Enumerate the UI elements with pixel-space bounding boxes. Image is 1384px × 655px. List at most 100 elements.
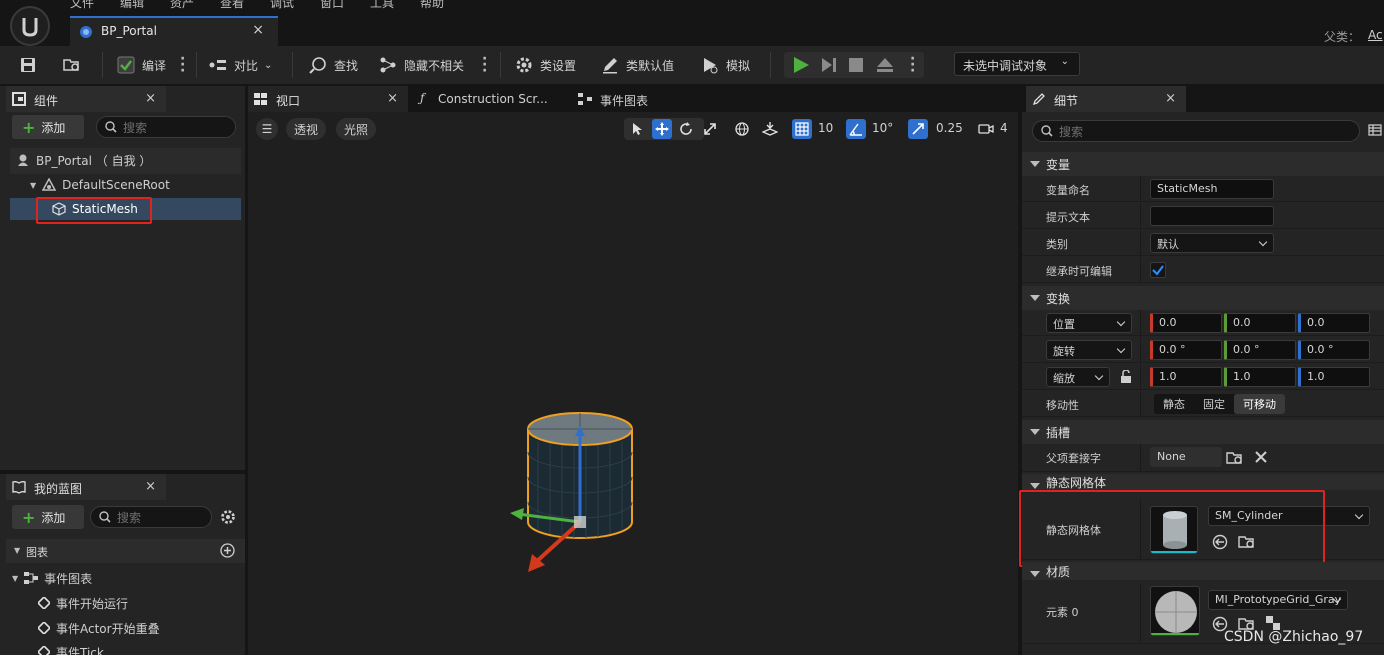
- rotate-tool-icon[interactable]: [676, 119, 696, 139]
- tab-my-blueprint[interactable]: 我的蓝图 ×: [6, 474, 166, 500]
- clear-x-icon[interactable]: [1254, 450, 1268, 464]
- simulate-button[interactable]: 模拟: [700, 52, 750, 78]
- lit-button[interactable]: 光照: [336, 118, 377, 140]
- tree-item-bp-portal[interactable]: BP_Portal （ 自我 ）: [16, 149, 151, 171]
- compile-button[interactable]: 编译: [116, 52, 166, 78]
- diff-button[interactable]: 对比 ⌄: [208, 52, 272, 78]
- browse-folder-icon[interactable]: [1226, 450, 1244, 466]
- view-options-icon[interactable]: [1368, 124, 1382, 136]
- scale-x-input[interactable]: 1.0: [1150, 367, 1222, 387]
- close-panel-icon[interactable]: ×: [1165, 91, 1176, 106]
- camera-speed-value[interactable]: 4: [1000, 121, 1008, 135]
- rotation-dropdown[interactable]: 旋转: [1046, 340, 1132, 360]
- material-thumbnail[interactable]: [1150, 586, 1200, 636]
- location-dropdown[interactable]: 位置: [1046, 313, 1132, 333]
- function-icon: ƒ: [420, 91, 425, 105]
- world-local-icon[interactable]: [732, 119, 752, 139]
- play-icon[interactable]: [792, 56, 810, 74]
- scale-z-input[interactable]: 1.0: [1298, 367, 1370, 387]
- mobility-stationary-option[interactable]: 固定: [1194, 394, 1234, 414]
- class-settings-button[interactable]: 类设置: [514, 52, 576, 78]
- save-button[interactable]: [18, 52, 38, 78]
- components-search-input[interactable]: 搜索: [96, 116, 236, 138]
- location-z-input[interactable]: 0.0: [1298, 313, 1370, 333]
- location-x-input[interactable]: 0.0: [1150, 313, 1222, 333]
- editable-checkbox[interactable]: [1150, 262, 1166, 278]
- surface-snap-icon[interactable]: [760, 119, 780, 139]
- add-graph-icon[interactable]: [220, 543, 235, 558]
- eject-icon[interactable]: [876, 56, 894, 74]
- tree-item-actor-begin-overlap[interactable]: 事件Actor开始重叠: [38, 617, 160, 639]
- tab-details[interactable]: 细节 ×: [1026, 86, 1186, 112]
- category-sockets[interactable]: 插槽: [1022, 420, 1384, 444]
- checker-icon[interactable]: [1266, 616, 1280, 630]
- material-dropdown[interactable]: MI_PrototypeGrid_Gray: [1208, 590, 1348, 610]
- find-button[interactable]: 查找: [308, 52, 358, 78]
- rotation-x-input[interactable]: 0.0 °: [1150, 340, 1222, 360]
- stop-icon[interactable]: [848, 57, 864, 73]
- material-value: MI_PrototypeGrid_Gray: [1215, 593, 1342, 606]
- parent-socket-value[interactable]: None: [1150, 447, 1222, 467]
- document-tab-bp-portal[interactable]: BP_Portal ×: [70, 16, 278, 46]
- components-panel: 组件 × + 添加 搜索 BP_Portal （ 自我 ） ▼ DefaultS…: [0, 86, 245, 470]
- scale-dropdown[interactable]: 缩放: [1046, 367, 1110, 387]
- tree-item-tick[interactable]: 事件Tick: [38, 641, 104, 655]
- rotation-snap-icon[interactable]: [846, 119, 866, 139]
- grid-snap-icon[interactable]: [792, 119, 812, 139]
- viewport-menu-icon[interactable]: ☰: [256, 118, 278, 140]
- lock-icon[interactable]: [1120, 370, 1132, 384]
- rotation-z-input[interactable]: 0.0 °: [1298, 340, 1370, 360]
- details-search-input[interactable]: 搜索: [1032, 120, 1360, 142]
- category-static-mesh[interactable]: 静态网格体: [1022, 474, 1384, 490]
- step-icon[interactable]: [820, 56, 838, 74]
- browse-button[interactable]: [62, 52, 82, 78]
- tooltip-input[interactable]: [1150, 206, 1274, 226]
- tree-item-begin-play[interactable]: 事件开始运行: [38, 592, 128, 614]
- perspective-button[interactable]: 透视: [286, 118, 327, 140]
- rotation-y-input[interactable]: 0.0 °: [1224, 340, 1296, 360]
- find-options-icon[interactable]: · · ·: [482, 52, 487, 78]
- close-panel-icon[interactable]: ×: [145, 479, 156, 494]
- category-materials[interactable]: 材质: [1022, 562, 1384, 580]
- unreal-logo-icon[interactable]: [10, 6, 50, 46]
- tab-event-graph[interactable]: 事件图表: [572, 86, 712, 112]
- close-tab-icon[interactable]: ×: [252, 22, 264, 38]
- parent-class-link[interactable]: Ac: [1368, 28, 1383, 42]
- select-arrow-icon[interactable]: [628, 119, 648, 139]
- grid-snap-value[interactable]: 10: [818, 121, 833, 135]
- compile-options-icon[interactable]: · · ·: [180, 52, 185, 78]
- graphs-section[interactable]: ▼ 图表: [6, 539, 245, 563]
- tree-item-default-scene-root[interactable]: ▼ DefaultSceneRoot: [30, 174, 170, 196]
- play-options-icon[interactable]: · · ·: [910, 52, 915, 78]
- close-tab-icon[interactable]: ×: [387, 91, 398, 106]
- mobility-movable-option[interactable]: 可移动: [1234, 394, 1285, 414]
- move-tool-icon[interactable]: [652, 119, 672, 139]
- class-defaults-button[interactable]: 类默认值: [600, 52, 674, 78]
- tab-viewport[interactable]: 视口 ×: [248, 86, 408, 112]
- variable-name-input[interactable]: StaticMesh: [1150, 179, 1274, 199]
- my-blueprint-search-input[interactable]: 搜索: [90, 506, 212, 528]
- close-panel-icon[interactable]: ×: [145, 91, 156, 106]
- tree-item-label: DefaultSceneRoot: [62, 178, 170, 192]
- tab-components[interactable]: 组件 ×: [6, 86, 166, 112]
- scale-y-input[interactable]: 1.0: [1224, 367, 1296, 387]
- location-y-input[interactable]: 0.0: [1224, 313, 1296, 333]
- add-member-button[interactable]: + 添加: [12, 505, 84, 529]
- hide-unrelated-button[interactable]: 隐藏不相关: [378, 52, 464, 78]
- rotation-snap-value[interactable]: 10°: [872, 121, 893, 135]
- scale-tool-icon[interactable]: [700, 119, 720, 139]
- viewport[interactable]: ☰ 透视 光照 10 10° 0.25 4: [248, 112, 1018, 655]
- mobility-static-option[interactable]: 静态: [1154, 394, 1194, 414]
- tree-item-event-graph[interactable]: ▼ 事件图表: [12, 567, 92, 589]
- category-variable[interactable]: 变量: [1022, 152, 1384, 176]
- camera-speed-icon[interactable]: [976, 119, 996, 139]
- settings-gear-icon[interactable]: [220, 509, 236, 525]
- tab-construction-script[interactable]: ƒ Construction Scr...: [412, 86, 562, 112]
- add-component-button[interactable]: + 添加: [12, 115, 84, 139]
- category-transform[interactable]: 变换: [1022, 286, 1384, 310]
- scale-snap-value[interactable]: 0.25: [936, 121, 963, 135]
- scale-snap-icon[interactable]: [908, 119, 928, 139]
- debug-object-select[interactable]: 未选中调试对象 ⌄: [954, 52, 1080, 76]
- category-dropdown[interactable]: 默认: [1150, 233, 1274, 253]
- cylinder-mesh[interactable]: [498, 402, 648, 582]
